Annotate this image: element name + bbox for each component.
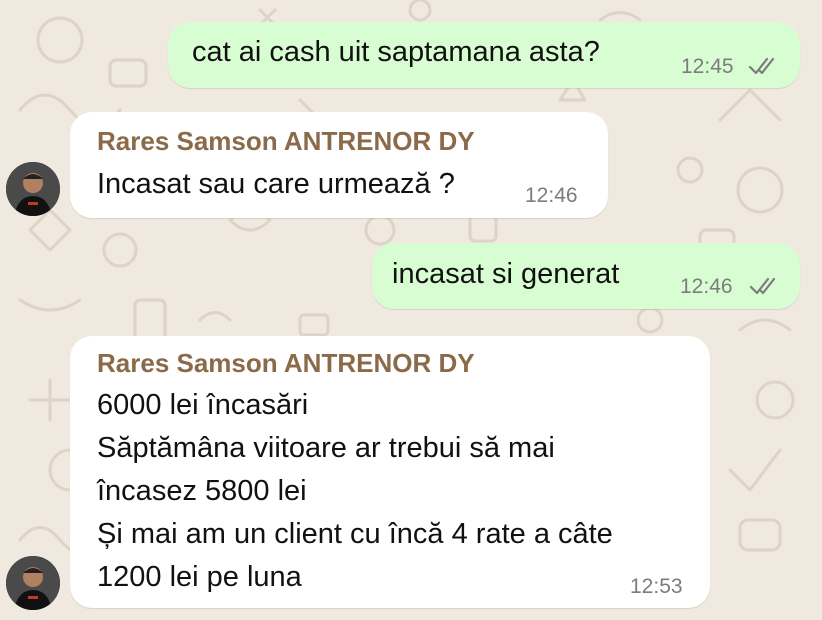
contact-avatar[interactable]: [6, 162, 60, 216]
message-time: 12:46: [680, 275, 733, 298]
sender-name[interactable]: Rares Samson ANTRENOR DY: [97, 126, 475, 157]
outgoing-message[interactable]: cat ai cash uit saptamana asta? 12:45: [168, 22, 800, 88]
sender-name[interactable]: Rares Samson ANTRENOR DY: [97, 348, 475, 379]
message-line: Săptămâna viitoare ar trebui să mai: [97, 432, 555, 464]
message-time: 12:53: [630, 575, 683, 598]
message-line: 1200 lei pe luna: [97, 561, 302, 593]
outgoing-message[interactable]: incasat si generat 12:46: [372, 243, 800, 309]
message-text: Incasat sau care urmează ?: [97, 168, 455, 200]
message-line: Și mai am un client cu încă 4 rate a cât…: [97, 518, 613, 550]
message-text: cat ai cash uit saptamana asta?: [192, 36, 600, 68]
incoming-message[interactable]: Rares Samson ANTRENOR DY 6000 lei încasă…: [70, 336, 710, 608]
message-line: 6000 lei încasări: [97, 389, 309, 421]
message-time: 12:46: [525, 184, 578, 207]
message-text: incasat si generat: [392, 258, 620, 290]
contact-avatar[interactable]: [6, 556, 60, 610]
double-check-icon: [748, 57, 775, 75]
message-line: încasez 5800 lei: [97, 475, 307, 507]
incoming-message[interactable]: Rares Samson ANTRENOR DY Incasat sau car…: [70, 112, 608, 218]
double-check-icon: [749, 277, 776, 295]
message-time: 12:45: [681, 55, 734, 78]
